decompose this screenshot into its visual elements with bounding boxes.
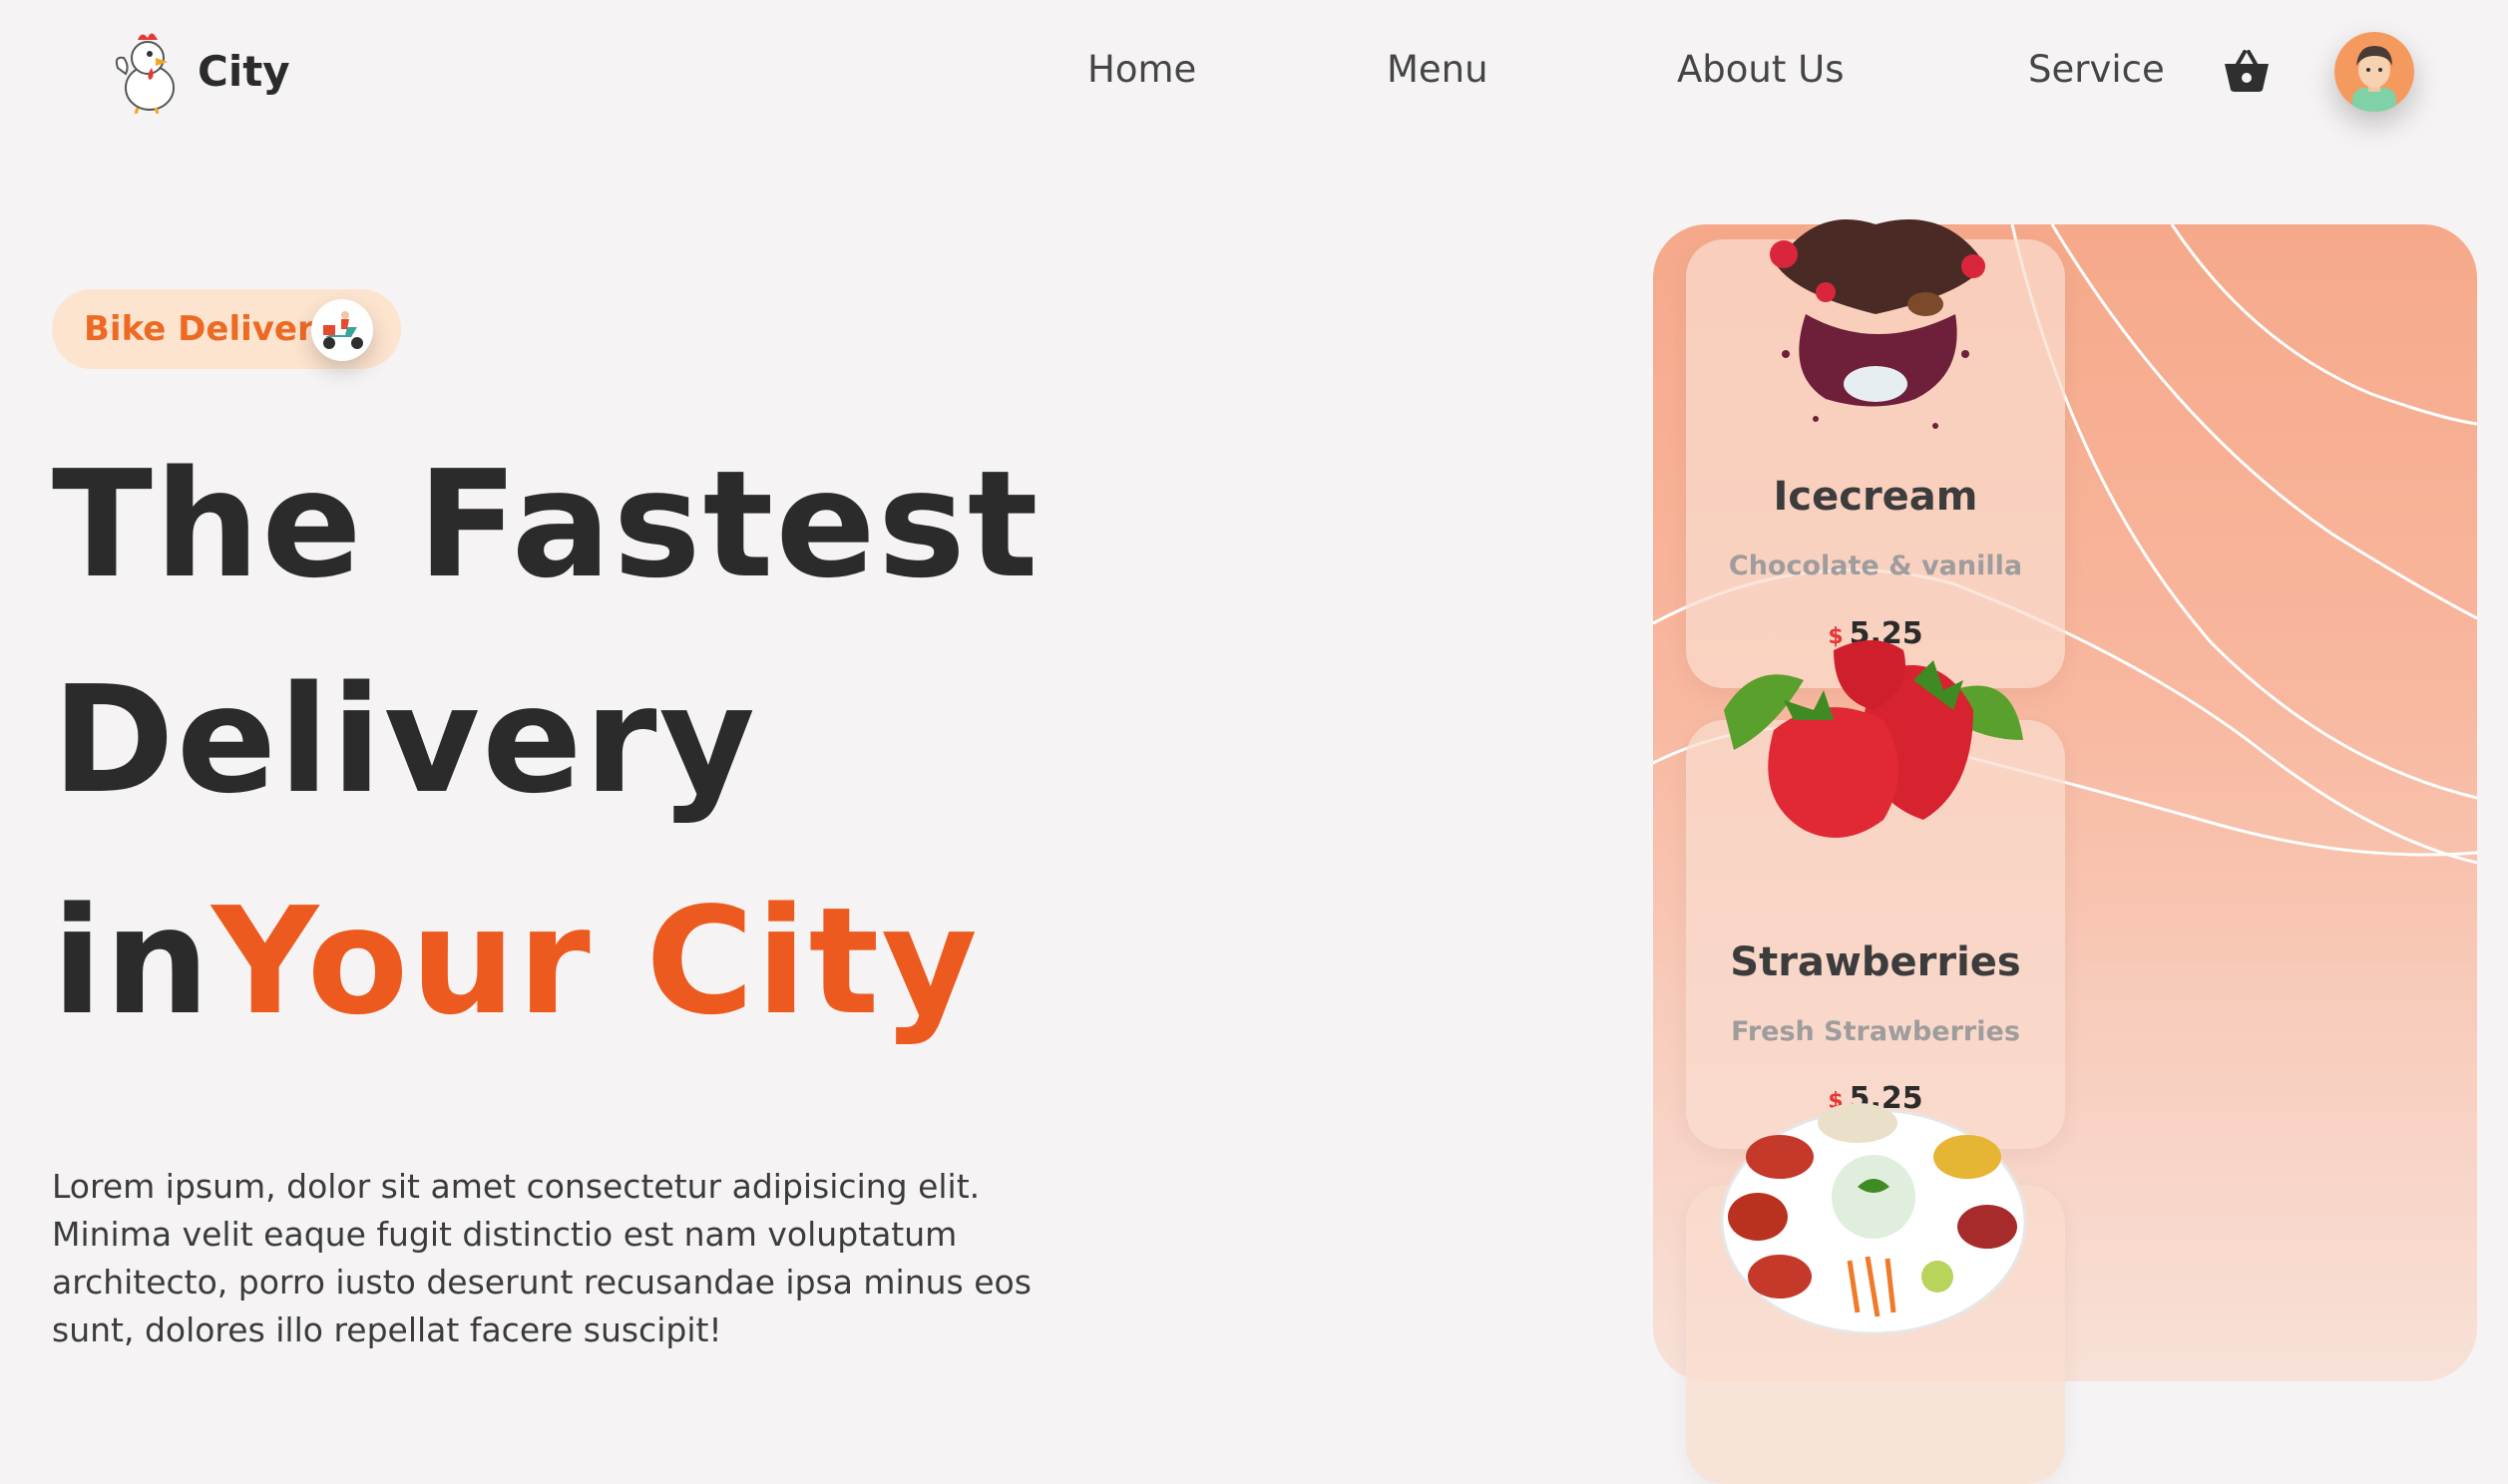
basket-icon[interactable] — [2223, 48, 2271, 94]
headline-accent: Your City — [211, 876, 980, 1047]
user-face-icon — [2352, 46, 2396, 112]
card-subtitle: Fresh Strawberries — [1731, 1016, 2020, 1047]
card-title: Icecream — [1773, 474, 1978, 520]
main-nav: Home Menu About Us Service — [0, 48, 2508, 98]
chicken-platter-image — [1720, 1103, 2027, 1335]
strawberries-image — [1724, 640, 2023, 838]
nav-service[interactable]: Service — [2028, 48, 2165, 91]
nav-menu[interactable]: Menu — [1387, 48, 1488, 91]
chocolate-icecream-image — [1770, 219, 1985, 429]
headline-line-1: The Fastest — [52, 439, 1041, 610]
headline-line-2: Delivery — [52, 654, 758, 826]
nav-about-us[interactable]: About Us — [1677, 48, 1845, 91]
card-title: Strawberries — [1730, 939, 2021, 985]
hero-description: Lorem ipsum, dolor sit amet consectetur … — [52, 1167, 1032, 1349]
headline-line-3: inYour City — [52, 888, 980, 1035]
card-subtitle: Chocolate & vanilla — [1728, 551, 2023, 581]
badge-label: Bike Delivery — [84, 309, 336, 349]
headline-prefix: in — [52, 876, 212, 1047]
bike-delivery-badge: Bike Delivery — [52, 289, 401, 369]
nav-home[interactable]: Home — [1087, 48, 1196, 91]
scooter-rider-icon — [311, 299, 373, 361]
user-avatar[interactable] — [2334, 32, 2414, 112]
